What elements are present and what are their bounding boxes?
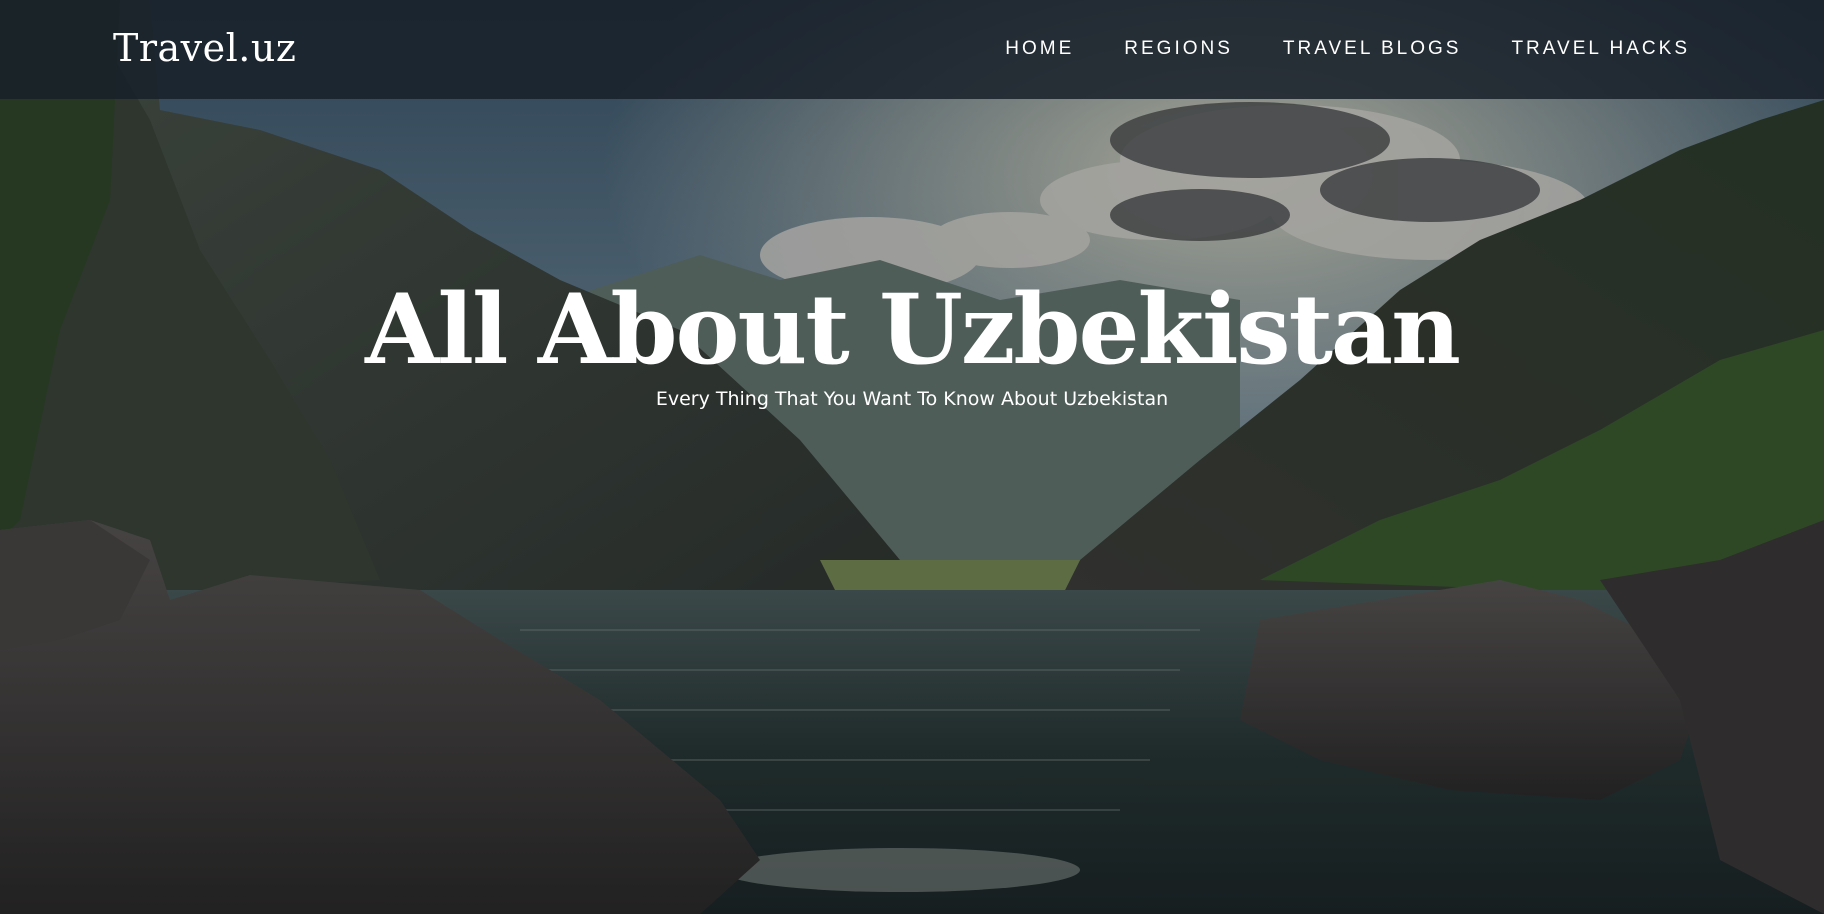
site-logo[interactable]: Travel.uz — [113, 22, 296, 74]
nav-item-home: HOME — [1005, 34, 1074, 64]
nav-link-travel-blogs[interactable]: TRAVEL BLOGS — [1283, 38, 1462, 59]
nav-item-travel-blogs: TRAVEL BLOGS — [1283, 34, 1462, 64]
nav-item-regions: REGIONS — [1124, 34, 1233, 64]
nav-link-regions[interactable]: REGIONS — [1124, 38, 1233, 59]
nav-item-travel-hacks: TRAVEL HACKS — [1511, 34, 1690, 64]
nav-links: HOME REGIONS TRAVEL BLOGS TRAVEL HACKS — [1005, 34, 1690, 64]
hero-subtitle: Every Thing That You Want To Know About … — [655, 388, 1169, 410]
hero-section: Travel.uz HOME REGIONS TRAVEL BLOGS TRAV… — [0, 0, 1824, 914]
navbar: Travel.uz HOME REGIONS TRAVEL BLOGS TRAV… — [0, 0, 1824, 99]
nav-link-home[interactable]: HOME — [1005, 38, 1074, 59]
nav-link-travel-hacks[interactable]: TRAVEL HACKS — [1511, 38, 1690, 59]
hero-title: All About Uzbekistan — [365, 273, 1461, 386]
hero-background-image — [0, 0, 1824, 914]
